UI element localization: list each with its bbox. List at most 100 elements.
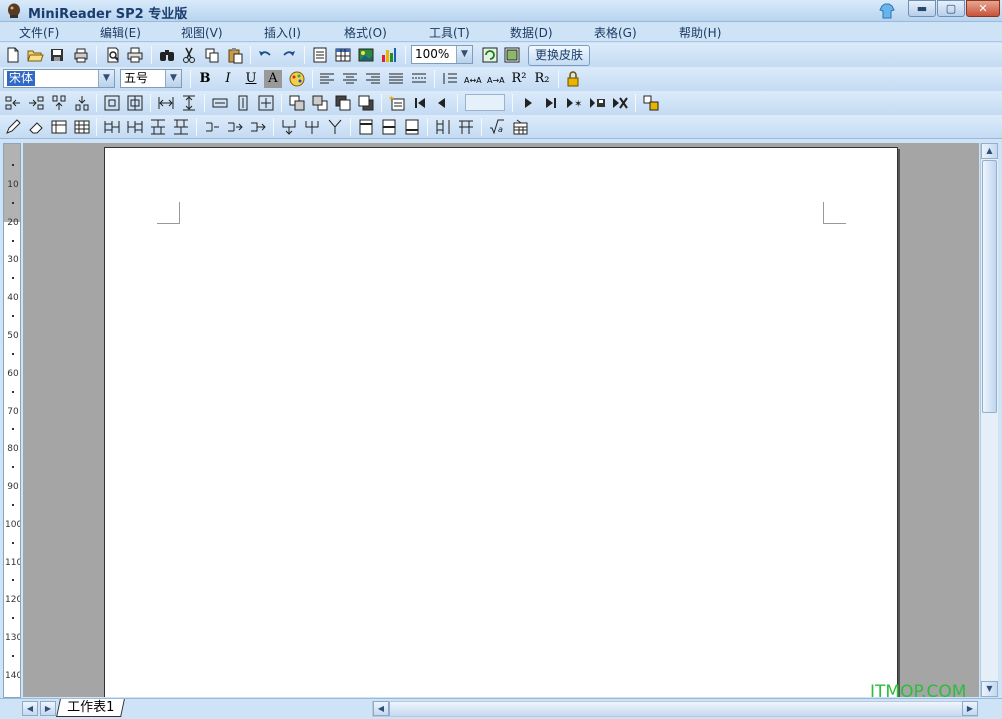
- open-folder-icon[interactable]: [26, 46, 44, 64]
- first-record-icon[interactable]: [411, 94, 429, 112]
- menu-view[interactable]: 视图(V): [181, 24, 223, 41]
- lock-icon[interactable]: [564, 70, 582, 88]
- outline-view-icon[interactable]: [503, 46, 521, 64]
- superscript-button[interactable]: R²: [510, 70, 528, 88]
- cut-icon[interactable]: [180, 46, 198, 64]
- group-top-icon[interactable]: [50, 94, 68, 112]
- scroll-up-icon[interactable]: ▲: [981, 143, 998, 159]
- bring-forward-icon[interactable]: [334, 94, 352, 112]
- record-number-input[interactable]: [465, 94, 505, 111]
- chevron-down-icon[interactable]: ▼: [456, 46, 472, 63]
- space-horizontal-icon[interactable]: [211, 94, 229, 112]
- align-right-icon[interactable]: [364, 70, 382, 88]
- next-record-icon[interactable]: [519, 94, 537, 112]
- find-binoculars-icon[interactable]: [158, 46, 176, 64]
- merge-cell-icon[interactable]: [226, 118, 244, 136]
- char-spacing-decrease-icon[interactable]: A→A: [487, 70, 505, 88]
- char-shade-button[interactable]: A: [264, 70, 282, 88]
- document-workspace[interactable]: [23, 143, 979, 697]
- scroll-left-icon[interactable]: ◀: [373, 701, 389, 716]
- align-top-cell-icon[interactable]: [280, 118, 298, 136]
- redo-icon[interactable]: [280, 46, 298, 64]
- space-both-icon[interactable]: [257, 94, 275, 112]
- menu-edit[interactable]: 编辑(E): [100, 24, 141, 41]
- document-page[interactable]: [104, 147, 898, 697]
- eraser-icon[interactable]: [27, 118, 45, 136]
- bold-button[interactable]: B: [196, 70, 214, 88]
- font-size-select[interactable]: 五号 ▼: [120, 69, 182, 88]
- send-back-icon[interactable]: [311, 94, 329, 112]
- save-record-icon[interactable]: [588, 94, 606, 112]
- send-backward-icon[interactable]: [357, 94, 375, 112]
- space-vertical-icon[interactable]: [234, 94, 252, 112]
- underline-button[interactable]: U: [242, 70, 260, 88]
- insert-table-icon[interactable]: [334, 46, 352, 64]
- menu-tools[interactable]: 工具(T): [429, 24, 470, 41]
- row-height-icon[interactable]: [457, 118, 475, 136]
- data-source-icon[interactable]: [642, 94, 660, 112]
- frame-center-icon[interactable]: [103, 94, 121, 112]
- table-grid-icon[interactable]: [73, 118, 91, 136]
- append-record-icon[interactable]: ✶: [565, 94, 583, 112]
- menu-file[interactable]: 文件(F): [19, 24, 59, 41]
- header-row-icon[interactable]: [357, 118, 375, 136]
- footer-row-icon[interactable]: [403, 118, 421, 136]
- same-width-icon[interactable]: [157, 94, 175, 112]
- italic-button[interactable]: I: [219, 70, 237, 88]
- vertical-scroll-thumb[interactable]: [982, 160, 997, 413]
- menu-format[interactable]: 格式(O): [344, 24, 387, 41]
- change-skin-button[interactable]: 更换皮肤: [528, 45, 590, 66]
- table-border-icon[interactable]: [50, 118, 68, 136]
- scroll-down-icon[interactable]: ▼: [981, 681, 998, 697]
- line-spacing-icon[interactable]: [441, 70, 459, 88]
- formula-sqrt-icon[interactable]: a: [488, 118, 506, 136]
- close-button[interactable]: ✕: [966, 0, 1000, 17]
- scroll-right-icon[interactable]: ▶: [962, 701, 978, 716]
- vertical-scrollbar[interactable]: ▲ ▼: [980, 143, 998, 697]
- align-bottom-cell-icon[interactable]: [326, 118, 344, 136]
- paste-icon[interactable]: [226, 46, 244, 64]
- print-preview-icon[interactable]: [104, 46, 122, 64]
- same-height-icon[interactable]: [180, 94, 198, 112]
- align-middle-cell-icon[interactable]: [303, 118, 321, 136]
- insert-row-below-icon[interactable]: [172, 118, 190, 136]
- insert-row-above-icon[interactable]: [149, 118, 167, 136]
- menu-help[interactable]: 帮助(H): [679, 24, 721, 41]
- subscript-button[interactable]: R₂: [533, 70, 551, 88]
- insert-image-icon[interactable]: [357, 46, 375, 64]
- align-left-icon[interactable]: [318, 70, 336, 88]
- new-record-icon[interactable]: ✶: [388, 94, 406, 112]
- insert-chart-icon[interactable]: [380, 46, 398, 64]
- refresh-icon[interactable]: [481, 46, 499, 64]
- chevron-down-icon[interactable]: ▼: [98, 70, 114, 87]
- print-icon[interactable]: [126, 46, 144, 64]
- delete-record-icon[interactable]: [611, 94, 629, 112]
- chevron-down-icon[interactable]: ▼: [165, 70, 181, 87]
- menu-data[interactable]: 数据(D): [510, 24, 553, 41]
- skin-shirt-icon[interactable]: [878, 2, 896, 20]
- minimize-button[interactable]: ▬: [908, 0, 936, 17]
- group-left-icon[interactable]: [4, 94, 22, 112]
- sheet-prev-icon[interactable]: ◀: [22, 701, 38, 716]
- last-record-icon[interactable]: [542, 94, 560, 112]
- horizontal-scroll-thumb[interactable]: [389, 702, 963, 716]
- insert-column-right-icon[interactable]: [126, 118, 144, 136]
- justify-icon[interactable]: [387, 70, 405, 88]
- zoom-select[interactable]: 100% ▼: [411, 45, 473, 64]
- print-setup-icon[interactable]: [72, 46, 90, 64]
- align-center-icon[interactable]: [341, 70, 359, 88]
- char-spacing-increase-icon[interactable]: A↔A: [464, 70, 482, 88]
- middle-row-icon[interactable]: [380, 118, 398, 136]
- font-family-select[interactable]: 宋体 ▼: [3, 69, 115, 88]
- page-setup-icon[interactable]: [311, 46, 329, 64]
- bring-front-icon[interactable]: [288, 94, 306, 112]
- split-cell-icon[interactable]: [203, 118, 221, 136]
- menu-table[interactable]: 表格(G): [594, 24, 637, 41]
- menu-insert[interactable]: 插入(I): [264, 24, 301, 41]
- previous-record-icon[interactable]: [433, 94, 451, 112]
- sheet-tab[interactable]: 工作表1: [56, 699, 126, 717]
- highlight-color-icon[interactable]: [288, 70, 306, 88]
- group-bottom-icon[interactable]: [73, 94, 91, 112]
- undo-icon[interactable]: [256, 46, 274, 64]
- group-right-icon[interactable]: [27, 94, 45, 112]
